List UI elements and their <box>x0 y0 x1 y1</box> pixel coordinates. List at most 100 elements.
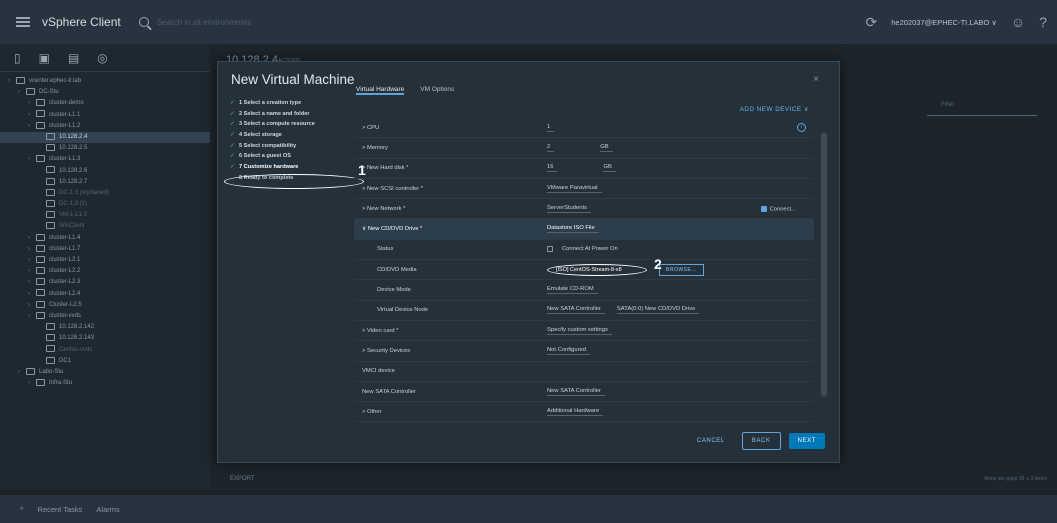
connect-at-power-on-checkbox[interactable] <box>547 246 553 253</box>
expand-chevron-icon[interactable]: › <box>8 76 16 87</box>
global-search[interactable]: Search in all environments <box>138 17 251 27</box>
tree-item[interactable]: DC-1.3 (1) <box>0 199 210 210</box>
search-input[interactable]: Search in all environments <box>157 18 251 27</box>
hardware-row[interactable]: > Security Devices Not Configured <box>354 341 814 362</box>
chevron-up-icon[interactable]: ^ <box>20 505 24 514</box>
wizard-step[interactable]: ✓ 6 Select a guest OS <box>230 151 365 162</box>
expand-chevron-icon[interactable]: › <box>28 311 36 322</box>
hardware-row[interactable]: > New Network * ServerStudents Connect... <box>354 199 814 220</box>
hardware-row[interactable]: > New SCSI controller * VMware Paravirtua… <box>354 179 814 200</box>
user-menu[interactable]: he202037@EPHEC-TI.LABO ∨ <box>891 18 997 27</box>
smiley-icon[interactable]: ☺ <box>1011 14 1025 30</box>
hardware-row-extra[interactable]: GB <box>603 164 616 173</box>
hardware-row-value[interactable]: Additional Hardware <box>547 408 604 416</box>
help-icon[interactable]: ? <box>1039 14 1047 30</box>
expand-chevron-icon[interactable]: › <box>28 244 36 255</box>
scrollbar[interactable] <box>821 132 827 397</box>
expand-chevron-icon[interactable]: › <box>28 277 36 288</box>
hardware-row-value[interactable]: 16 <box>547 164 558 173</box>
hardware-row-value[interactable]: Specify custom settings <box>547 327 612 335</box>
connect-checkbox[interactable] <box>760 205 767 212</box>
browse-button[interactable]: BROWSE... <box>659 263 704 276</box>
tree-item[interactable]: › cluster-vvds <box>0 311 210 322</box>
tree-item[interactable]: 10.128.2.4 <box>0 131 210 144</box>
wizard-step[interactable]: ✓ 3 Select a compute resource <box>230 119 365 130</box>
tree-item[interactable]: › cluster-L1.4 <box>0 233 210 244</box>
tree-item[interactable]: Centos-vvds <box>0 345 210 356</box>
tree-item[interactable]: › cluster-demo <box>0 98 210 109</box>
expand-chevron-icon[interactable]: › <box>18 87 26 98</box>
vms-templates-icon[interactable]: ▣ <box>39 51 50 65</box>
tree-item[interactable]: › cluster-L1.7 <box>0 244 210 255</box>
hardware-row-value[interactable]: VMware Paravirtual <box>547 185 602 193</box>
hardware-row[interactable]: CD/DVD Media [ISO] CentOS-Stream-8-x8 BROW… <box>354 260 814 281</box>
tree-item[interactable]: 10.128.2.5 <box>0 143 210 154</box>
tree-item[interactable]: › cluster-L2.3 <box>0 277 210 288</box>
expand-chevron-icon[interactable]: › <box>28 300 36 311</box>
tree-item[interactable]: WinClient <box>0 221 210 232</box>
tab-virtual-hardware[interactable]: Virtual Hardware <box>356 86 405 95</box>
expand-chevron-icon[interactable]: › <box>28 289 36 300</box>
tree-item[interactable]: › cluster-L1.1 <box>0 110 210 121</box>
pagination[interactable]: Items per page 35 ∨ 2 items <box>984 476 1047 482</box>
hardware-row-value[interactable]: 1 <box>547 124 555 132</box>
expand-chevron-icon[interactable]: › <box>28 121 36 132</box>
close-icon[interactable]: × <box>813 74 819 85</box>
hamburger-menu-icon[interactable] <box>16 17 30 27</box>
hardware-row[interactable]: > Other Additional Hardware <box>354 402 814 423</box>
expand-chevron-icon[interactable]: › <box>28 266 36 277</box>
filter-input[interactable]: Filter <box>927 102 1037 116</box>
tree-item[interactable]: › cluster-L1.2 <box>0 121 210 132</box>
hardware-row[interactable]: > CPU 1 i <box>354 118 814 139</box>
hardware-row[interactable]: > New Hard disk * 16 GB <box>354 159 814 179</box>
hardware-row[interactable]: ∨ New CD/DVD Drive * Datastore ISO File <box>354 219 814 240</box>
hardware-row-value[interactable]: Datastore ISO File <box>547 225 599 234</box>
hardware-row-extra[interactable]: SATA(0:0) New CD/DVD Drive <box>616 306 700 315</box>
expand-chevron-icon[interactable]: › <box>28 233 36 244</box>
refresh-icon[interactable]: ⟳ <box>866 14 878 31</box>
hardware-row[interactable]: Virtual Device Node New SATA Controller SA… <box>354 301 814 321</box>
expand-chevron-icon[interactable]: › <box>28 255 36 266</box>
hardware-row[interactable]: Device Mode Emulate CD-ROM <box>354 280 814 301</box>
tree-item[interactable]: 10.128.2.6 <box>0 166 210 177</box>
add-new-device-button[interactable]: ADD NEW DEVICE ∨ <box>740 106 809 113</box>
tree-item[interactable]: › cluster-L2.2 <box>0 266 210 277</box>
tree-item[interactable]: › Labo-Stu <box>0 367 210 378</box>
tree-item[interactable]: › DC-Stu <box>0 87 210 98</box>
cd-dvd-media-field[interactable]: [ISO] CentOS-Stream-8-x8 <box>547 263 647 276</box>
wizard-step[interactable]: ✓ 5 Select compatibility <box>230 141 365 152</box>
hardware-row[interactable]: VMCI device <box>354 362 814 382</box>
tab-vm-options[interactable]: VM Options <box>420 86 454 95</box>
wizard-step[interactable]: ✓ 2 Select a name and folder <box>230 109 365 120</box>
connect-toggle[interactable]: Connect... <box>760 205 796 212</box>
tree-item[interactable]: DC-1.3 (orphaned) <box>0 188 210 199</box>
tree-item[interactable]: DC1 <box>0 356 210 367</box>
storage-icon[interactable]: ▤ <box>68 51 79 65</box>
info-icon[interactable]: i <box>797 123 806 132</box>
tree-item[interactable]: 10.128.2.7 <box>0 177 210 188</box>
expand-chevron-icon[interactable]: › <box>18 367 26 378</box>
expand-chevron-icon[interactable]: › <box>28 154 36 165</box>
hardware-row-value[interactable]: Emulate CD-ROM <box>547 286 598 295</box>
network-icon[interactable]: ◎ <box>97 51 107 65</box>
alarms-tab[interactable]: Alarms <box>96 505 119 514</box>
recent-tasks-tab[interactable]: Recent Tasks <box>38 505 83 514</box>
hardware-row-value[interactable]: Not Configured <box>547 347 590 355</box>
wizard-step[interactable]: ✓ 4 Select storage <box>230 130 365 141</box>
hardware-row-value[interactable]: 2 <box>547 144 555 152</box>
export-button[interactable]: EXPORT <box>230 476 255 482</box>
tree-item[interactable]: › Cluster-L2.5 <box>0 300 210 311</box>
wizard-step[interactable]: ✓ 7 Customize hardware <box>230 162 365 173</box>
tree-item[interactable]: › vcenter.ephec-ti.lab <box>0 76 210 87</box>
hardware-row-value[interactable]: ServerStudents <box>547 205 591 213</box>
hardware-row-extra[interactable]: GB <box>600 144 613 152</box>
expand-chevron-icon[interactable]: › <box>28 378 36 389</box>
app-title[interactable]: vSphere Client <box>42 15 121 29</box>
hardware-row[interactable]: New SATA Controller New SATA Controller <box>354 382 814 403</box>
tree-item[interactable]: › cluster-L1.3 <box>0 154 210 165</box>
tree-item[interactable]: VM-1-L1.3 <box>0 210 210 221</box>
wizard-step[interactable]: ✓ 1 Select a creation type <box>230 98 365 109</box>
back-button[interactable]: BACK <box>741 432 781 450</box>
hardware-row-value[interactable] <box>547 371 551 372</box>
cancel-button[interactable]: CANCEL <box>688 433 734 449</box>
